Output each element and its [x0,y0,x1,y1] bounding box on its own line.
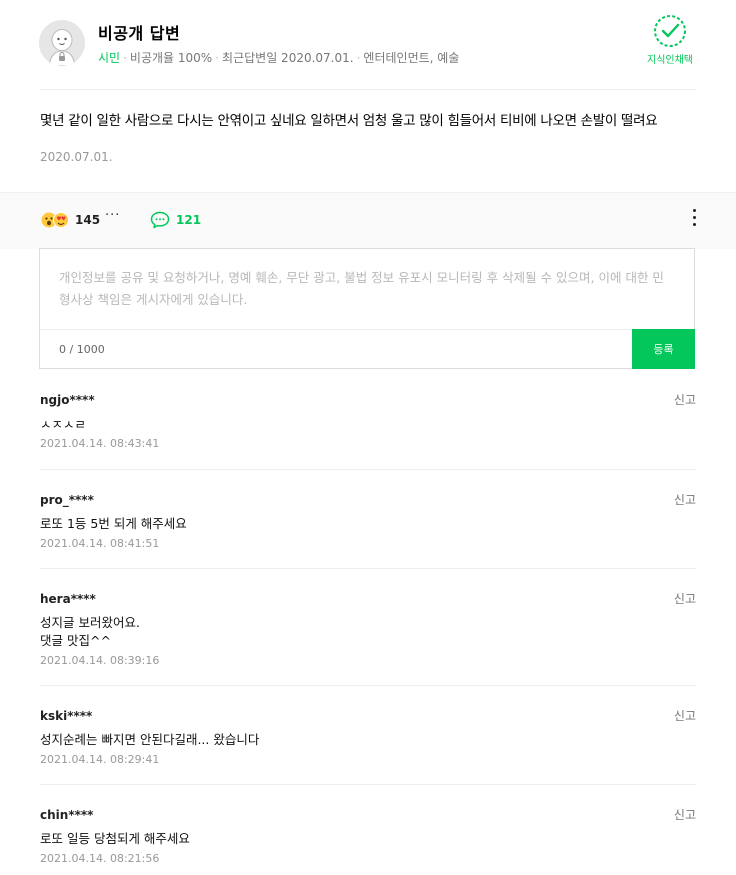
meta-separator: · [123,51,127,65]
comment-bubble-icon[interactable] [150,211,170,229]
comment-username[interactable]: ngjo**** [40,393,95,407]
submit-comment-button[interactable]: 등록 [632,329,695,369]
private-rate: 비공개율 100% [129,51,213,65]
comment-date: 2021.04.14. 08:29:41 [40,753,160,766]
comment-date: 2021.04.14. 08:21:56 [40,852,160,865]
more-reactions-button[interactable]: ··· [105,208,120,223]
avatar [39,20,85,66]
adopted-check-icon [654,15,686,47]
answer-date: 2020.07.01. [40,150,113,164]
comment-username[interactable]: hera**** [40,592,96,606]
reaction-bar: 145 ··· 121 [0,192,736,249]
comment-count[interactable]: 121 [176,213,201,227]
anonymous-avatar-icon [39,20,85,66]
comment-username[interactable]: pro_**** [40,493,94,507]
author-grade[interactable]: 시민 [98,51,120,65]
comment-date: 2021.04.14. 08:39:16 [40,654,160,667]
comment-input[interactable] [40,249,694,329]
comment-text: 로또 일등 당첨되게 해주세요 [40,831,190,846]
comment-item: ngjo**** 신고 ㅅㅈㅅㄹ 2021.04.14. 08:43:41 [40,383,696,470]
report-button[interactable]: 신고 [674,806,696,823]
comment-text: 성지글 보러왔어요. 댓글 맛집^^ [40,615,140,648]
comment-item: kski**** 신고 성지순례는 빠지면 안된다길래... 왔습니다 2021… [40,686,696,785]
comment-text: 로또 1등 5번 되게 해주세요 [40,516,187,531]
last-answer-date: 최근답변일 2020.07.01. [222,51,354,65]
comment-date: 2021.04.14. 08:43:41 [40,437,160,450]
adopted-label: 지식인채택 [647,55,693,66]
answer-body: 몇년 같이 일한 사람으로 다시는 안엮이고 싶네요 일하면서 엄청 울고 많이… [40,113,658,129]
meta-separator: · [356,51,361,65]
report-button[interactable]: 신고 [674,590,696,607]
comment-item: chin**** 신고 로또 일등 당첨되게 해주세요 2021.04.14. … [40,785,696,875]
divider [40,329,632,330]
comment-username[interactable]: kski**** [40,709,92,723]
emoji-reactions-icon[interactable] [41,211,71,229]
answer-category: 엔터테인먼트, 예술 [363,51,460,65]
comment-item: pro_**** 신고 로또 1등 5번 되게 해주세요 2021.04.14.… [40,470,696,569]
comment-date: 2021.04.14. 08:41:51 [40,537,160,550]
reaction-count: 145 [75,213,101,227]
adopted-badge: 지식인채택 [644,14,696,66]
report-button[interactable]: 신고 [674,491,696,508]
meta-separator: · [215,51,220,65]
report-button[interactable]: 신고 [674,707,696,724]
char-counter: 0 / 1000 [59,343,105,356]
report-button[interactable]: 신고 [674,391,696,408]
comment-list: ngjo**** 신고 ㅅㅈㅅㄹ 2021.04.14. 08:43:41 pr… [40,383,696,875]
comment-item: hera**** 신고 성지글 보러왔어요. 댓글 맛집^^ 2021.04.1… [40,569,696,686]
comment-text: 성지순례는 빠지면 안된다길래... 왔습니다 [40,732,260,747]
comment-username[interactable]: chin**** [40,808,93,822]
author-meta: 시민 · 비공개율 100% · 최근답변일 2020.07.01. · 엔터테인먼트, 예… [98,49,459,66]
divider [40,89,696,90]
answer-header: 비공개 답변 시민 · 비공개율 100% · 최근답변일 2020.07.01. · 엔터… [0,0,736,95]
kebab-menu-icon[interactable] [689,209,699,231]
comment-form: 0 / 1000 등록 [39,248,695,369]
author-name: 비공개 답변 [98,24,181,43]
comment-text: ㅅㅈㅅㄹ [40,417,87,432]
